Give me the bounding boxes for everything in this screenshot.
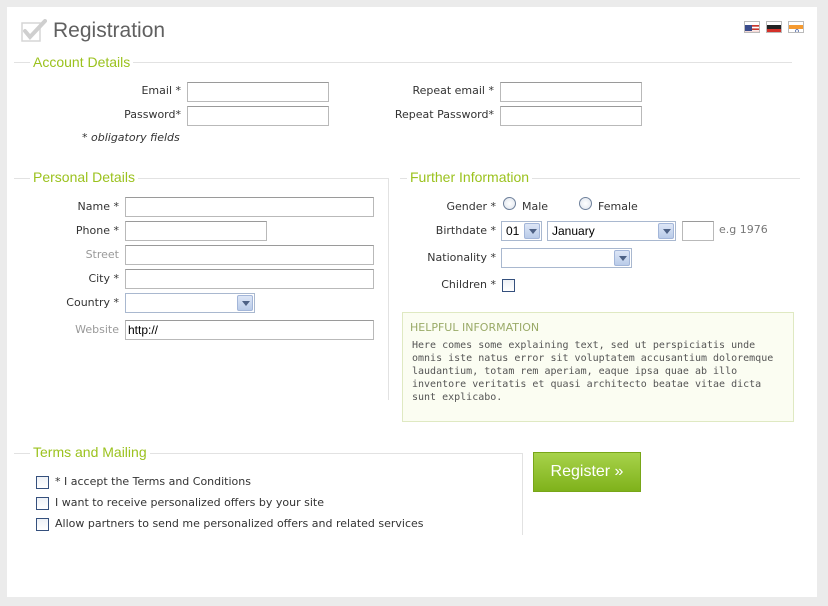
- accept-terms-label: * I accept the Terms and Conditions: [55, 475, 251, 488]
- account-legend: Account Details: [30, 54, 134, 70]
- help-title: HELPFUL INFORMATION: [410, 321, 540, 334]
- nationality-select[interactable]: [501, 248, 632, 268]
- obligatory-note: * obligatory fields: [82, 131, 180, 144]
- city-label: City *: [88, 272, 119, 285]
- female-label: Female: [598, 200, 638, 213]
- year-hint: e.g 1976: [719, 223, 768, 236]
- street-field[interactable]: [125, 245, 374, 265]
- name-field[interactable]: [125, 197, 374, 217]
- register-button[interactable]: Register »: [533, 452, 641, 492]
- column-divider: [388, 178, 389, 400]
- repeat-email-field[interactable]: [500, 82, 642, 102]
- password-label: Password*: [124, 108, 181, 121]
- website-field[interactable]: http://: [125, 320, 374, 340]
- de-flag-icon[interactable]: [766, 21, 782, 33]
- personal-legend: Personal Details: [30, 169, 138, 185]
- terms-legend: Terms and Mailing: [30, 444, 150, 460]
- personalized-offers-label: I want to receive personalized offers by…: [55, 496, 324, 509]
- password-field[interactable]: [187, 106, 329, 126]
- male-radio[interactable]: [503, 197, 516, 210]
- male-label: Male: [522, 200, 549, 213]
- checkmark-icon: [21, 19, 47, 42]
- help-text: Here comes some explaining text, sed ut …: [412, 340, 774, 403]
- chevron-down-icon[interactable]: [237, 295, 253, 311]
- nationality-label: Nationality *: [427, 251, 496, 264]
- chevron-down-icon[interactable]: [524, 223, 540, 239]
- repeat-password-label: Repeat Password*: [394, 108, 494, 121]
- partners-offers-label: Allow partners to send me personalized o…: [55, 517, 424, 530]
- birth-day-value: 01: [506, 224, 520, 238]
- birth-month-select[interactable]: January: [547, 221, 676, 241]
- birth-day-select[interactable]: 01: [501, 221, 542, 241]
- further-legend: Further Information: [407, 169, 533, 185]
- accept-terms-checkbox[interactable]: [36, 476, 49, 489]
- female-radio[interactable]: [579, 197, 592, 210]
- email-label: Email *: [141, 84, 181, 97]
- phone-field[interactable]: [125, 221, 267, 241]
- children-label: Children *: [441, 278, 496, 291]
- partners-offers-checkbox[interactable]: [36, 518, 49, 531]
- birthdate-label: Birthdate *: [435, 224, 496, 237]
- country-label: Country *: [66, 296, 119, 309]
- in-flag-icon[interactable]: [788, 21, 804, 33]
- chevron-down-icon[interactable]: [658, 223, 674, 239]
- city-field[interactable]: [125, 269, 374, 289]
- helpful-information-box: HELPFUL INFORMATION Here comes some expl…: [402, 312, 794, 422]
- gender-label: Gender *: [446, 200, 496, 213]
- name-label: Name *: [77, 200, 119, 213]
- terms-right-border: [522, 453, 523, 535]
- children-checkbox[interactable]: [502, 279, 515, 292]
- birth-year-field[interactable]: [682, 221, 714, 241]
- birth-month-value: January: [552, 224, 595, 238]
- us-flag-icon[interactable]: [744, 21, 760, 33]
- website-label: Website: [75, 323, 119, 336]
- phone-label: Phone *: [75, 224, 119, 237]
- page-title: Registration: [53, 19, 166, 42]
- repeat-password-field[interactable]: [500, 106, 642, 126]
- chevron-down-icon[interactable]: [614, 250, 630, 266]
- personalized-offers-checkbox[interactable]: [36, 497, 49, 510]
- street-label: Street: [85, 248, 119, 261]
- email-field[interactable]: [187, 82, 329, 102]
- repeat-email-label: Repeat email *: [412, 84, 494, 97]
- country-select[interactable]: [125, 293, 255, 313]
